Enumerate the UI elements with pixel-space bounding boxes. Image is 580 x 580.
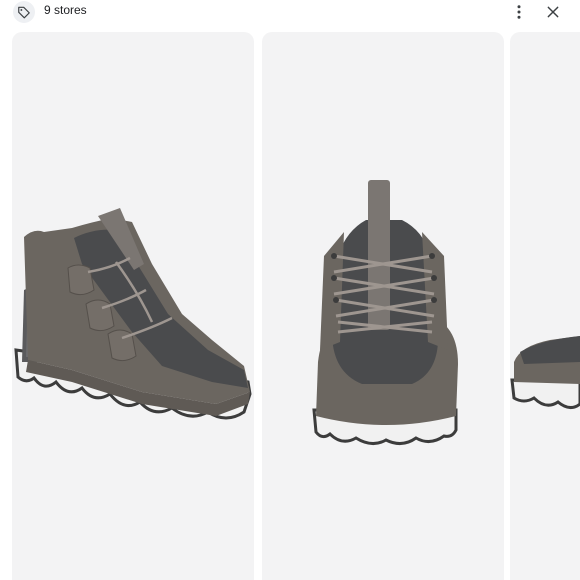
sneaker-partial-view-image	[510, 336, 580, 409]
more-vert-icon[interactable]	[508, 1, 530, 23]
product-image-carousel[interactable]	[0, 32, 580, 580]
close-icon[interactable]	[542, 1, 564, 23]
top-bar: 9 stores	[0, 0, 580, 24]
sneaker-front-view-image	[312, 180, 458, 445]
sneaker-side-view-image	[14, 208, 252, 420]
product-image-card[interactable]	[12, 32, 254, 580]
tag-icon[interactable]	[13, 1, 35, 23]
product-image-card[interactable]	[262, 32, 504, 580]
stores-count-label[interactable]: 9 stores	[44, 3, 87, 17]
product-image-card[interactable]	[510, 32, 580, 580]
